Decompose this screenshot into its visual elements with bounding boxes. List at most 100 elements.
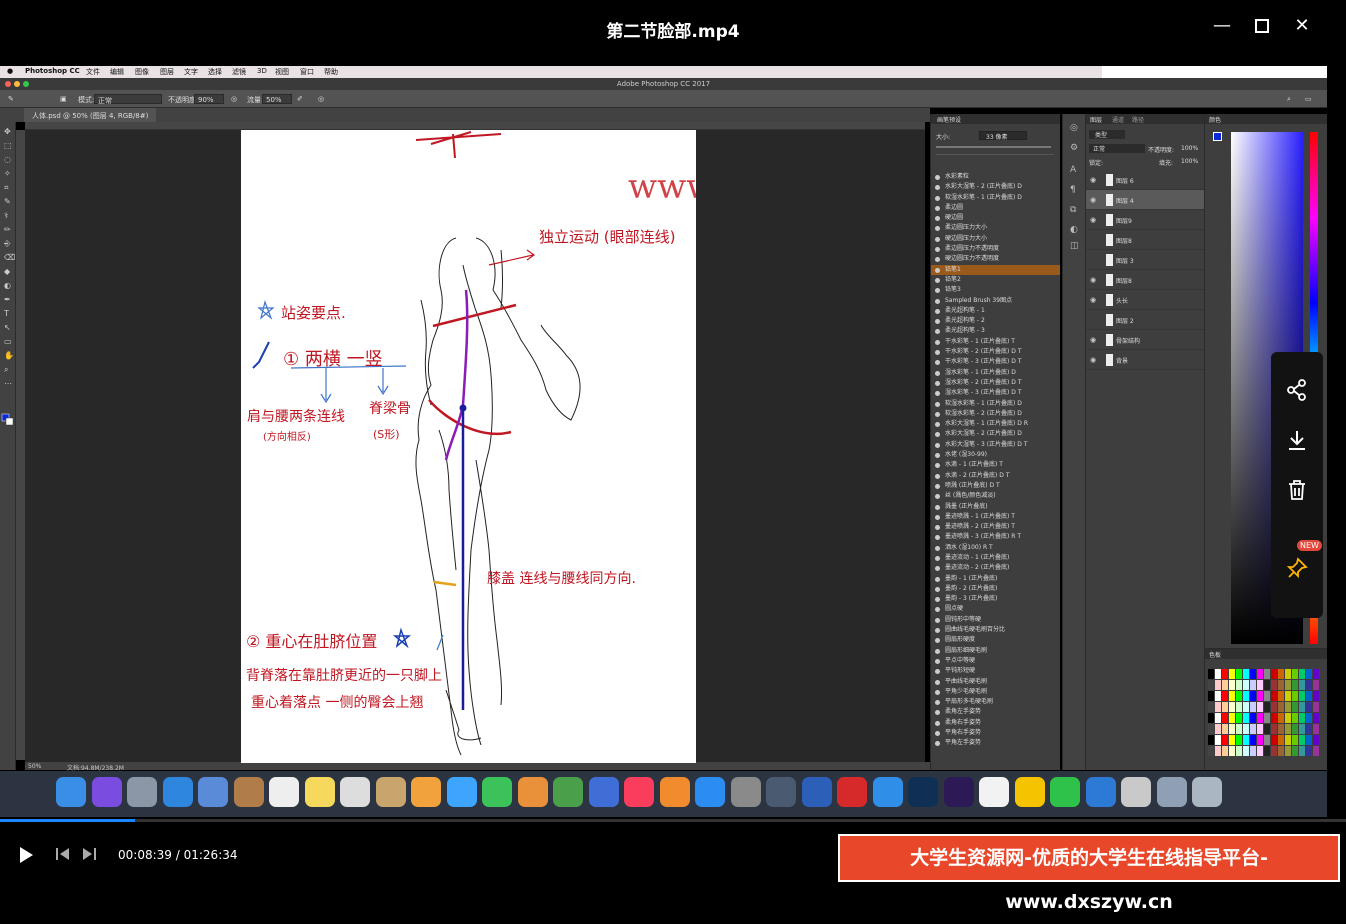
airbrush-icon[interactable]: ✐: [297, 95, 303, 103]
tab-channels[interactable]: 通道: [1112, 115, 1124, 124]
color-swatch[interactable]: [1292, 680, 1298, 690]
downloads-icon[interactable]: [1156, 777, 1187, 807]
system-preferences-icon[interactable]: [730, 777, 761, 807]
color-swatch[interactable]: [1285, 691, 1291, 701]
brush-tip-strip[interactable]: [936, 154, 1054, 168]
tab-paths[interactable]: 路径: [1132, 115, 1144, 124]
brush-preset-item[interactable]: 水彩大湿笔 - 2 (正片叠底) D: [931, 182, 1060, 192]
color-swatch[interactable]: [1257, 702, 1263, 712]
brush-preset-item[interactable]: 硬边圆压力不透明度: [931, 254, 1060, 264]
color-swatch[interactable]: [1271, 669, 1277, 679]
calendar-icon[interactable]: [269, 777, 299, 807]
minimize-button[interactable]: —: [1208, 14, 1236, 38]
facetime-icon[interactable]: [482, 777, 512, 807]
color-swatch[interactable]: [1257, 735, 1263, 745]
color-swatch[interactable]: [1208, 724, 1214, 734]
visibility-eye-icon[interactable]: ◉: [1090, 196, 1098, 204]
color-swatch[interactable]: [1278, 746, 1284, 756]
progress-bar[interactable]: [0, 819, 1346, 822]
brush-preset-item[interactable]: 圆扇形硬度: [931, 635, 1060, 645]
siri-icon[interactable]: [91, 777, 122, 807]
visibility-eye-icon[interactable]: [1090, 256, 1098, 264]
color-swatch[interactable]: [1243, 713, 1249, 723]
color-swatch[interactable]: [1229, 724, 1235, 734]
menu-window[interactable]: 窗口: [300, 67, 314, 77]
brush-preset-item[interactable]: 干水彩笔 - 1 (正片叠底) T: [931, 337, 1060, 347]
layer-row[interactable]: ◉ 图层 6: [1086, 170, 1204, 190]
menu-image[interactable]: 图像: [135, 67, 149, 77]
menu-select[interactable]: 选择: [208, 67, 222, 77]
color-swatch[interactable]: [1264, 669, 1270, 679]
brush-preset-item[interactable]: 水佬 (湿30-99): [931, 450, 1060, 460]
brush-preset-picker-icon[interactable]: ▣: [60, 95, 67, 103]
color-swatch[interactable]: [1215, 713, 1221, 723]
layer-row[interactable]: ◉ 图层9: [1086, 210, 1204, 230]
brush-preset-item[interactable]: 柔边圆压力大小: [931, 223, 1060, 233]
color-swatch[interactable]: [1299, 680, 1305, 690]
folder-icon[interactable]: [1121, 777, 1151, 807]
pages-icon[interactable]: [517, 777, 548, 807]
promo-banner[interactable]: 大学生资源网-优质的大学生在线指导平台-www.dxszyw.cn: [838, 834, 1340, 913]
share-button[interactable]: [1271, 370, 1323, 410]
brush-preset-item[interactable]: 铅笔3: [931, 285, 1060, 295]
brush-preset-item[interactable]: 墨韵 - 3 (正片叠底): [931, 594, 1060, 604]
mail-icon[interactable]: [198, 777, 228, 807]
brush-preset-item[interactable]: 平扇形多毛硬毛刷: [931, 697, 1060, 707]
menu-edit[interactable]: 编辑: [110, 67, 124, 77]
visibility-eye-icon[interactable]: [1090, 316, 1098, 324]
color-swatch[interactable]: [1250, 746, 1256, 756]
layer-row[interactable]: 图层8: [1086, 230, 1204, 250]
brush-preset-item[interactable]: 柔边圆: [931, 203, 1060, 213]
color-swatch[interactable]: [1208, 746, 1214, 756]
layer-kind-filter[interactable]: 类型: [1089, 130, 1125, 139]
word-icon[interactable]: [801, 777, 832, 807]
apple-icon[interactable]: ●: [7, 67, 13, 75]
color-swatch[interactable]: [1299, 746, 1305, 756]
color-swatch[interactable]: [1264, 735, 1270, 745]
brush-preset-item[interactable]: 柔边圆压力不透明度: [931, 244, 1060, 254]
visibility-eye-icon[interactable]: ◉: [1090, 276, 1098, 284]
color-panel-tab[interactable]: 颜色: [1205, 114, 1327, 124]
color-swatch[interactable]: [1306, 702, 1312, 712]
brush-preset-item[interactable]: 软湿水彩笔 - 2 (正片叠底) D: [931, 409, 1060, 419]
brush-preset-item[interactable]: 墨迹喷溅 - 3 (正片叠底) R T: [931, 532, 1060, 542]
color-swatch[interactable]: [1222, 713, 1228, 723]
color-swatch[interactable]: [1299, 702, 1305, 712]
color-swatch[interactable]: [1264, 724, 1270, 734]
brush-preset-item[interactable]: 水彩素粒: [931, 172, 1060, 182]
color-swatch[interactable]: [1285, 680, 1291, 690]
brush-preset-item[interactable]: 水彩大湿笔 - 2 (正片叠底) D: [931, 429, 1060, 439]
color-swatch[interactable]: [1299, 735, 1305, 745]
brush-preset-item[interactable]: 墨韵 - 2 (正片叠底): [931, 584, 1060, 594]
maximize-button[interactable]: [1248, 14, 1276, 38]
brush-preset-list[interactable]: 水彩素粒 水彩大湿笔 - 2 (正片叠底) D 软湿水彩笔 - 1 (正片叠底) D…: [931, 172, 1060, 762]
color-swatch[interactable]: [1250, 680, 1256, 690]
flow-field[interactable]: 50%: [262, 94, 292, 104]
color-swatch[interactable]: [1313, 702, 1319, 712]
brush-preset-item[interactable]: 墨迹流动 - 1 (正片叠底): [931, 553, 1060, 563]
color-swatch[interactable]: [1264, 713, 1270, 723]
pressure-opacity-icon[interactable]: ◎: [231, 95, 237, 103]
pressure-size-icon[interactable]: ◎: [318, 95, 324, 103]
color-swatch[interactable]: [1222, 746, 1228, 756]
color-swatch[interactable]: [1257, 669, 1263, 679]
color-swatch[interactable]: [1299, 713, 1305, 723]
browser-icon[interactable]: [1085, 777, 1116, 807]
color-swatch[interactable]: [1215, 669, 1221, 679]
color-swatch[interactable]: [1292, 713, 1298, 723]
color-swatch[interactable]: [1229, 735, 1235, 745]
color-swatch[interactable]: [1236, 724, 1242, 734]
mode-select[interactable]: 正常: [94, 94, 162, 105]
color-swatch[interactable]: [1299, 724, 1305, 734]
color-swatch[interactable]: [1292, 691, 1298, 701]
brush-preset-item[interactable]: 洒水 (湿100) R T: [931, 543, 1060, 553]
color-swatch[interactable]: [1222, 669, 1228, 679]
brush-preset-item[interactable]: 墨迹喷溅 - 1 (正片叠底) T: [931, 512, 1060, 522]
menu-3d[interactable]: 3D: [257, 67, 267, 75]
brush-preset-item[interactable]: 湿水彩笔 - 3 (正片叠底) D T: [931, 388, 1060, 398]
music-icon[interactable]: [624, 777, 654, 807]
brush-preset-item[interactable]: 水滴 - 2 (正片叠底) D T: [931, 471, 1060, 481]
menu-help[interactable]: 帮助: [324, 67, 338, 77]
color-swatch[interactable]: [1229, 713, 1235, 723]
brush-preset-item[interactable]: 平角左手姿势: [931, 738, 1060, 748]
